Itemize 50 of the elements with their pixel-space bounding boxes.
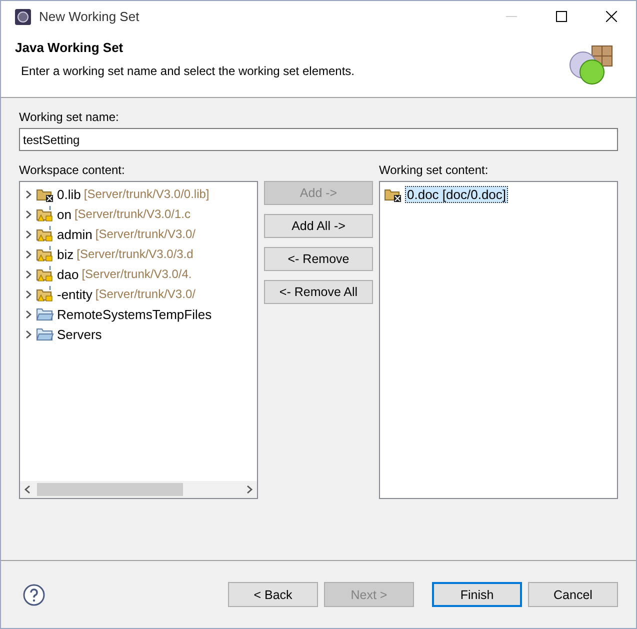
tree-item[interactable]: 0.lib (57, 186, 81, 202)
scroll-right-icon[interactable] (246, 485, 253, 494)
item-path: [Server/trunk/V3.0/0.lib] (84, 187, 210, 201)
app-icon (15, 8, 31, 24)
item-path: [Server/trunk/V3.0/ (95, 227, 196, 241)
folder-icon (36, 326, 54, 342)
close-icon[interactable] (606, 11, 616, 22)
tree-item[interactable]: admin (57, 226, 92, 242)
chevron-icon[interactable] (24, 210, 33, 218)
footer-button[interactable]: Cancel (528, 582, 618, 607)
chevron-icon[interactable] (24, 230, 33, 238)
page-description: Enter a working set name and select the working set elements. (20, 64, 356, 78)
tree-item[interactable]: RemoteSystemsTempFiles (57, 306, 212, 322)
java-project-icon (36, 266, 54, 282)
item-path: [Server/trunk/V3.0/4. (82, 267, 192, 281)
page-title: Java Working Set (15, 40, 124, 55)
scroll-left-icon[interactable] (24, 485, 31, 494)
folder-icon (36, 306, 54, 322)
working-set-label: Working set content: (379, 163, 490, 177)
java-project-icon (36, 246, 54, 262)
list-item[interactable]: 0.doc [doc/0.doc] (405, 186, 508, 202)
chevron-icon[interactable] (24, 330, 33, 338)
chevron-icon[interactable] (24, 270, 33, 278)
name-field[interactable]: testSetting (19, 128, 618, 151)
transfer-button[interactable]: <- Remove (264, 247, 373, 271)
footer-button[interactable]: < Back (228, 582, 318, 607)
chevron-icon[interactable] (24, 310, 33, 318)
window-title: New Working Set (39, 9, 140, 24)
transfer-button[interactable]: Add All -> (264, 214, 373, 238)
chevron-icon[interactable] (24, 250, 33, 258)
tree-item[interactable]: dao (57, 266, 79, 282)
java-project-icon (36, 206, 54, 222)
tree-item[interactable]: biz (57, 246, 74, 262)
help-icon[interactable] (23, 584, 45, 606)
java-project-icon (36, 226, 54, 242)
maximize-icon[interactable] (556, 11, 566, 22)
workspace-label: Workspace content: (19, 163, 126, 177)
chevron-icon[interactable] (24, 290, 33, 298)
transfer-button[interactable]: <- Remove All (264, 280, 373, 304)
item-path: [Server/trunk/V3.0/3.d (76, 247, 194, 261)
item-path: [Server/trunk/V3.0/1.c (74, 207, 191, 221)
tree-item[interactable]: on (57, 206, 72, 222)
java-project-icon (36, 286, 54, 302)
item-path: [Server/trunk/V3.0/ (95, 287, 196, 301)
tree-item[interactable]: Servers (57, 326, 102, 342)
chevron-icon[interactable] (24, 190, 33, 198)
tree-item[interactable]: -entity (57, 286, 92, 302)
horizontal-scrollbar[interactable] (20, 481, 257, 498)
footer-button[interactable]: Finish (432, 582, 522, 607)
name-label: Working set name: (19, 110, 120, 124)
